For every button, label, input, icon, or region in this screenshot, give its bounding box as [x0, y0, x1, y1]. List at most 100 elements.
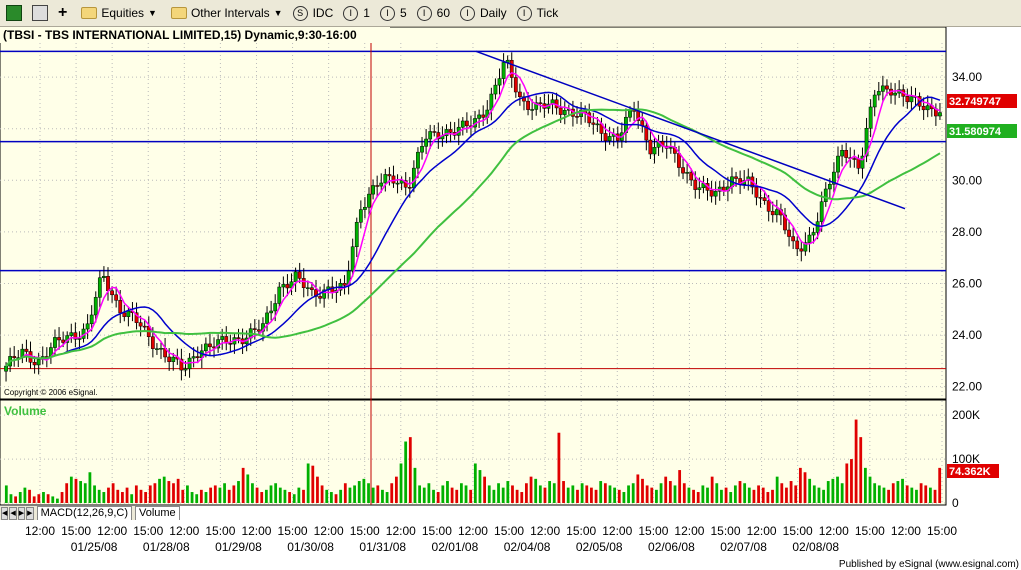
last-arrow-icon[interactable]: ▶ — [26, 506, 34, 520]
interval-button-idc[interactable]: S IDC — [292, 3, 333, 23]
candle-body — [513, 77, 518, 93]
volume-bar — [316, 476, 319, 503]
interval-label: 5 — [399, 6, 407, 20]
volume-bar — [459, 483, 463, 503]
time-tick-label: 12:00 — [386, 524, 416, 538]
volume-bar — [696, 492, 700, 503]
price-chart[interactable]: 22.0024.0026.0028.0030.0032.0034.00 0100… — [0, 27, 1021, 570]
volume-bar — [320, 485, 324, 503]
time-tick-label: 12:00 — [458, 524, 488, 538]
volume-bar — [264, 489, 268, 503]
volume-bar — [116, 489, 120, 503]
candle-body — [142, 325, 147, 328]
candle-body — [57, 337, 61, 341]
interval-icon: I — [343, 5, 359, 21]
candle-body — [208, 343, 212, 348]
tab-volume[interactable]: Volume — [134, 506, 180, 520]
add-icon[interactable]: + — [58, 3, 67, 23]
interval-button-60[interactable]: I 60 — [416, 3, 450, 23]
time-axis: 12:00 15:00 12:00 15:00 12:00 15:00 12:00 15:00… — [25, 524, 957, 554]
chart-title: (TBSI - TBS INTERNATIONAL LIMITED,15) Dy… — [3, 28, 357, 42]
chart-icon[interactable] — [6, 3, 26, 23]
volume-bar — [367, 483, 370, 503]
volume-bar — [590, 487, 593, 503]
prev-arrow-icon[interactable]: ◀ — [9, 506, 17, 520]
tab-macd[interactable]: MACD(12,26,9,C) — [36, 506, 132, 520]
volume-bar — [928, 487, 932, 503]
candle-body — [236, 337, 241, 340]
volume-bar — [107, 487, 110, 503]
volume-bar — [641, 478, 644, 503]
volume-bar — [868, 476, 872, 503]
volume-bar — [877, 485, 881, 503]
volume-bar — [812, 485, 816, 503]
volume-bar — [37, 494, 41, 503]
intervals-dropdown[interactable]: Other Intervals ▼ — [170, 3, 283, 23]
candle-body — [697, 187, 702, 190]
date-tick-label: 01/28/08 — [143, 540, 190, 554]
candle-body — [257, 329, 261, 332]
volume-bar — [181, 489, 185, 503]
volume-bar — [771, 489, 774, 503]
next-arrow-icon[interactable]: ▶ — [17, 506, 26, 520]
interval-button-5[interactable]: I5 — [379, 3, 407, 23]
volume-bar — [278, 487, 282, 503]
folder-icon — [170, 7, 187, 19]
ma-badge-text: 31.580974 — [949, 126, 1002, 138]
candle-body — [354, 221, 359, 248]
interval-button-1[interactable]: I1 — [343, 3, 370, 23]
candle-body — [420, 146, 424, 153]
candle-body — [305, 287, 310, 289]
interval-button-daily[interactable]: I Daily — [460, 3, 507, 23]
candle-body — [36, 359, 41, 366]
volume-bar — [854, 419, 858, 503]
volume-bar — [836, 476, 839, 503]
volume-bar — [199, 489, 203, 503]
volume-bar — [785, 487, 788, 503]
volume-bar — [204, 492, 208, 503]
candle-body — [905, 96, 910, 103]
volume-bar — [789, 481, 793, 503]
candle-body — [391, 175, 396, 184]
volume-bar — [831, 478, 835, 503]
volume-bar — [32, 496, 36, 503]
date-tick-label: 01/31/08 — [359, 540, 406, 554]
candle-body — [411, 167, 416, 189]
volume-bar — [334, 494, 338, 503]
candle-body — [24, 348, 29, 352]
interval-button-tick[interactable]: I Tick — [516, 3, 558, 23]
volume-bar — [436, 492, 440, 503]
volume-bar — [302, 489, 305, 503]
equities-dropdown[interactable]: Equities ▼ — [81, 3, 157, 23]
candle-body — [681, 167, 685, 174]
volume-bar — [659, 483, 663, 503]
volume-bar — [543, 487, 547, 503]
first-arrow-icon[interactable]: ◀ — [1, 506, 9, 520]
volume-bar — [580, 483, 584, 503]
date-tick-label: 02/04/08 — [504, 540, 551, 554]
volume-bar — [260, 492, 264, 503]
volume-bar — [757, 485, 760, 503]
volume-bar — [60, 492, 64, 503]
volume-bar — [130, 494, 134, 503]
candle-body — [787, 229, 791, 237]
candle-body — [852, 158, 857, 160]
candle-body — [424, 138, 428, 147]
volume-bar — [724, 487, 728, 503]
volume-bar — [232, 485, 236, 503]
settings-icon[interactable] — [32, 3, 52, 23]
candle-body — [856, 158, 861, 169]
candle-body — [301, 278, 306, 288]
candle-body — [518, 91, 522, 97]
candle-body — [465, 120, 469, 127]
volume-bar — [88, 472, 92, 503]
candle-body — [872, 94, 877, 108]
volume-bar — [678, 470, 682, 503]
time-tick-label: 12:00 — [747, 524, 777, 538]
volume-bar — [706, 487, 709, 503]
time-tick-label: 15:00 — [783, 524, 813, 538]
candle-body — [836, 155, 840, 173]
interval-icon: I — [460, 5, 475, 21]
candle-body — [448, 129, 453, 133]
intervals-label: Other Intervals — [190, 6, 270, 20]
